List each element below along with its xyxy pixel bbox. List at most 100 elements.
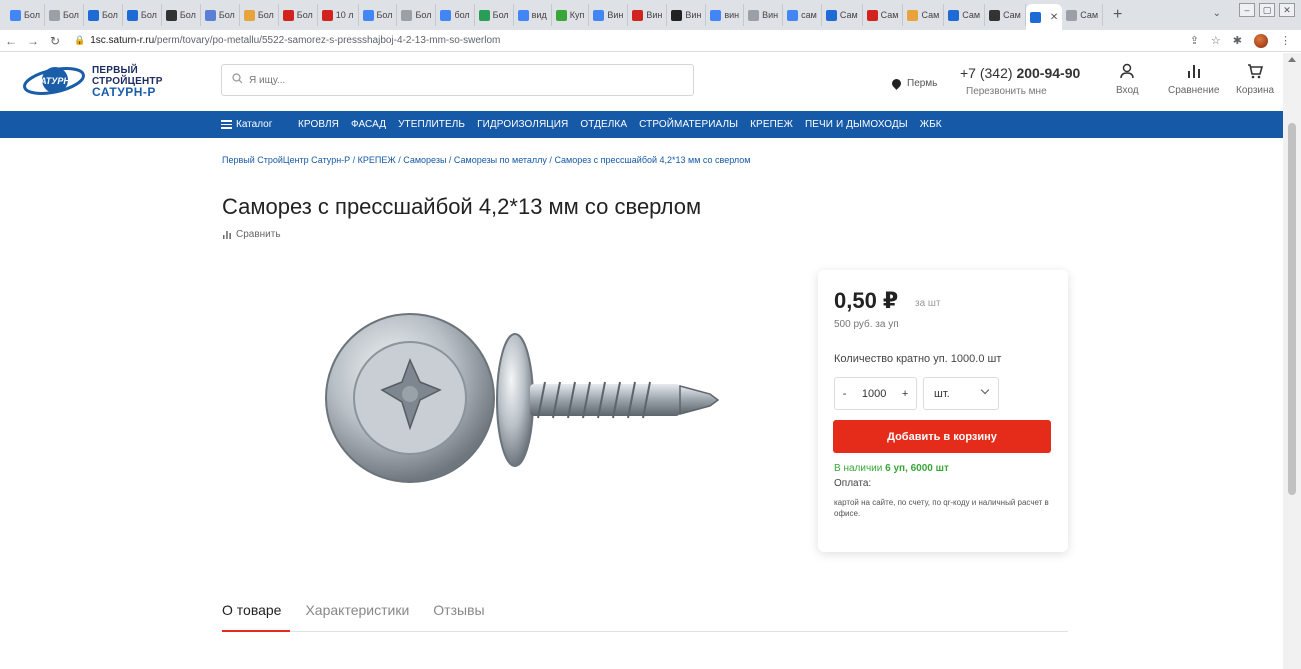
add-to-cart-button[interactable]: Добавить в корзину (833, 420, 1051, 453)
payment-text: картой на сайте, по счету, по qr-коду и … (834, 498, 1049, 518)
tab-favicon-icon (321, 9, 333, 21)
tab-favicon-icon (555, 9, 567, 21)
forward-icon[interactable]: → (22, 34, 44, 48)
cart-button[interactable]: Корзина (1236, 63, 1274, 96)
nav-items: Кровля Фасад Утеплитель Гидроизоляция Отделк… (298, 119, 942, 130)
scroll-up-icon[interactable] (1288, 57, 1296, 62)
browser-tab[interactable]: Бол (240, 4, 279, 26)
unit-value: шт. (934, 387, 950, 400)
browser-tab[interactable]: Бол (201, 4, 240, 26)
browser-tab[interactable]: Сам (822, 4, 863, 26)
search-input[interactable] (249, 74, 669, 86)
browser-tab-label: Вин (607, 10, 624, 20)
tab-favicon-icon (671, 9, 683, 21)
maximize-icon[interactable]: ▢ (1259, 3, 1275, 17)
browser-tab[interactable]: Сам (944, 4, 986, 26)
nav-item[interactable]: ЖБК (920, 119, 942, 130)
share-icon[interactable]: ⇪ (1190, 34, 1199, 48)
nav-item[interactable]: Кровля (298, 119, 339, 130)
quantity-stepper: - 1000 + (834, 377, 917, 410)
quantity-label: Количество кратно уп. 1000.0 шт (834, 353, 1002, 365)
search-box[interactable] (221, 64, 694, 96)
browser-tab[interactable]: Бол (359, 4, 398, 26)
browser-tab-label: Сам (839, 10, 858, 20)
browser-tab[interactable]: Сам (1062, 4, 1104, 26)
quantity-plus-button[interactable]: + (902, 388, 908, 400)
nav-item[interactable]: Утеплитель (398, 119, 465, 130)
compare-button[interactable]: Сравнение (1168, 63, 1219, 96)
close-window-icon[interactable]: ✕ (1279, 3, 1295, 17)
reload-icon[interactable]: ↻ (44, 34, 66, 48)
browser-tab[interactable]: сам (783, 4, 822, 26)
browser-menu-icon[interactable]: ⋮ (1280, 34, 1291, 48)
tab-reviews[interactable]: Отзывы (433, 602, 484, 618)
browser-tab[interactable]: Бол (123, 4, 162, 26)
nav-item[interactable]: Фасад (351, 119, 386, 130)
scroll-thumb[interactable] (1288, 123, 1296, 495)
browser-tab-label: Бол (62, 10, 79, 20)
browser-tab[interactable]: Вин (744, 4, 784, 26)
quantity-minus-button[interactable]: - (843, 388, 847, 400)
extensions-icon[interactable]: ✱ (1233, 34, 1242, 48)
back-icon[interactable]: ← (0, 34, 22, 48)
browser-tab[interactable]: Бол (162, 4, 201, 26)
browser-tab[interactable]: Бол (45, 4, 84, 26)
page-scrollbar[interactable] (1283, 53, 1301, 669)
cart-icon (1236, 63, 1274, 85)
tab-favicon-icon (478, 9, 490, 21)
browser-tab[interactable]: Бол (475, 4, 514, 26)
browser-tab[interactable]: 10 л (318, 4, 359, 26)
browser-tab[interactable]: Вин (667, 4, 707, 26)
site-logo[interactable]: АТУРН ПЕРВЫЙ СТРОЙЦЕНТР САТУРН-Р (22, 61, 163, 101)
browser-tab-label: вин (724, 10, 740, 20)
tab-favicon-icon (907, 9, 919, 21)
minimize-icon[interactable]: – (1239, 3, 1255, 17)
breadcrumb[interactable]: Первый СтройЦентр Сатурн-Р / КРЕПЕЖ / Са… (222, 155, 750, 165)
browser-tab[interactable]: Бол (397, 4, 437, 26)
tabs-divider (222, 631, 1068, 632)
logo-text: ПЕРВЫЙ СТРОЙЦЕНТР САТУРН-Р (92, 65, 163, 98)
login-button[interactable]: Вход (1116, 63, 1139, 96)
browser-tab[interactable]: Куп (552, 4, 590, 26)
tab-search-chevron-icon[interactable]: ⌄ (1213, 8, 1221, 19)
browser-tab-label: Бол (179, 10, 196, 20)
browser-tab-active[interactable]: ✕ (1025, 4, 1063, 30)
tab-favicon-icon (748, 9, 760, 21)
new-tab-button[interactable]: + (1103, 6, 1132, 24)
compare-link[interactable]: Сравнить (222, 229, 281, 240)
product-image[interactable] (310, 290, 730, 490)
browser-tab-label: Сам (880, 10, 899, 20)
unit-select[interactable]: шт. (923, 377, 999, 410)
browser-tab-label: Бол (296, 10, 313, 20)
bookmark-star-icon[interactable]: ☆ (1211, 34, 1221, 48)
nav-item[interactable]: Стройматериалы (639, 119, 738, 130)
browser-tab[interactable]: Бол (84, 4, 123, 26)
browser-tab[interactable]: бол (436, 4, 475, 26)
nav-item[interactable]: Гидроизоляция (477, 119, 568, 130)
browser-tab[interactable]: Вин (628, 4, 668, 26)
browser-tab[interactable]: Сам (903, 4, 945, 26)
url-field[interactable]: 🔒 1sc.saturn-r.ru/perm/tovary/po-metallu… (74, 35, 500, 46)
quantity-value[interactable]: 1000 (862, 388, 886, 400)
product-tabs: О товаре Характеристики Отзывы (222, 602, 485, 618)
close-tab-icon[interactable]: ✕ (1050, 12, 1058, 23)
browser-tab[interactable]: Бол (279, 4, 318, 26)
phone-number[interactable]: +7 (342) 200-94-90 (960, 65, 1080, 81)
browser-tab[interactable]: Сам (985, 4, 1026, 26)
callback-link[interactable]: Перезвонить мне (966, 86, 1047, 97)
browser-tab-label: Бол (492, 10, 509, 20)
browser-tab[interactable]: вид (514, 4, 552, 26)
browser-tab[interactable]: вин (706, 4, 745, 26)
browser-tab[interactable]: Сам (863, 4, 904, 26)
catalog-button[interactable]: Каталог (221, 118, 272, 131)
profile-avatar[interactable] (1254, 34, 1268, 48)
nav-item[interactable]: Печи и дымоходы (805, 119, 908, 130)
browser-tab[interactable]: Бол (6, 4, 45, 26)
tab-specs[interactable]: Характеристики (305, 602, 409, 618)
nav-item[interactable]: Отделка (580, 119, 627, 130)
tab-about[interactable]: О товаре (222, 602, 281, 618)
browser-tab[interactable]: Вин (589, 4, 629, 26)
city-selector[interactable]: Пермь (890, 77, 937, 90)
nav-item[interactable]: Крепеж (750, 119, 793, 130)
tab-favicon-icon (989, 9, 1001, 21)
